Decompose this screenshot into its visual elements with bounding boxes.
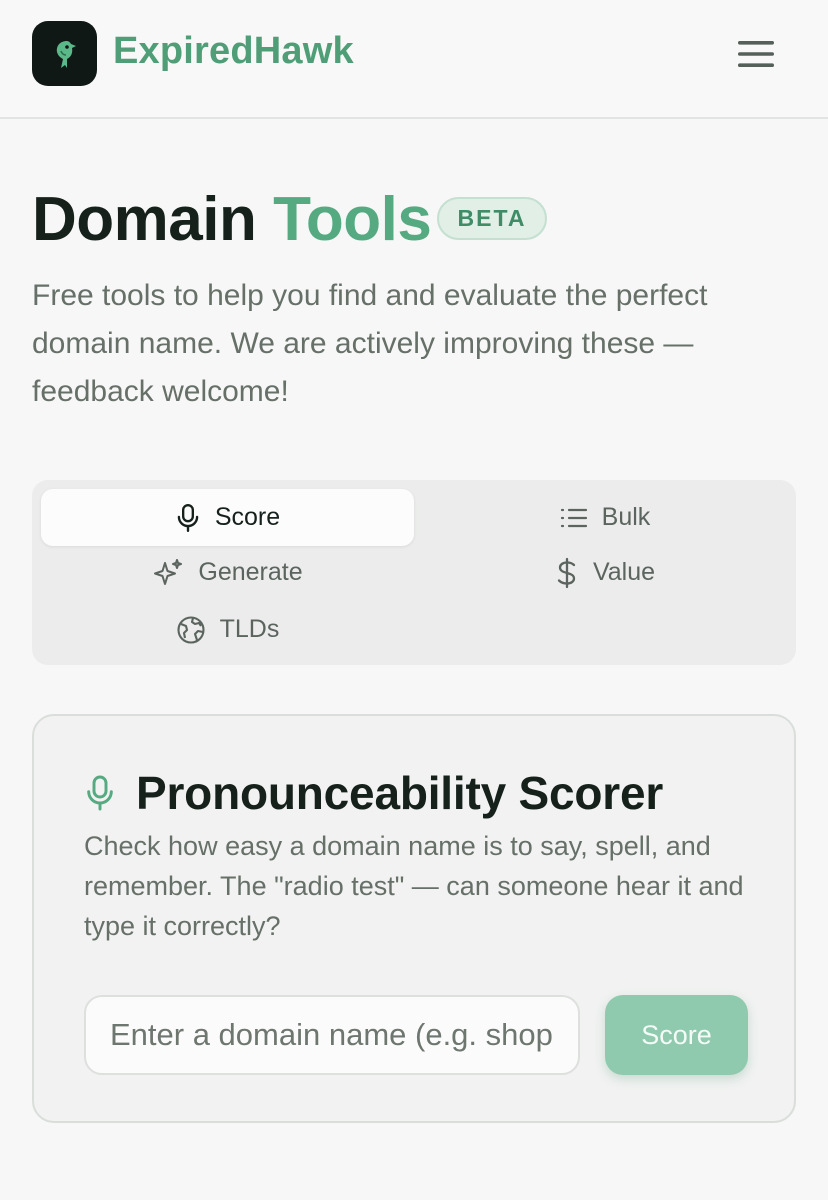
tool-tabs: Score Bulk Generate Value TLDs [32, 480, 796, 665]
tab-bulk-label: Bulk [601, 503, 651, 531]
microphone-icon [87, 775, 113, 811]
beta-badge: BETA [437, 197, 547, 240]
card-description: Check how easy a domain name is to say, … [84, 831, 744, 941]
tab-value[interactable]: Value [423, 544, 787, 601]
dollar-icon [557, 557, 576, 588]
top-header: ExpiredHawk [0, 0, 828, 119]
sparkles-icon [154, 558, 183, 585]
tab-generate[interactable]: Generate [41, 544, 414, 601]
page-subtitle: Free tools to help you find and evaluate… [32, 279, 708, 408]
score-button[interactable]: Score [605, 995, 748, 1075]
tab-value-label: Value [592, 558, 656, 586]
tab-bulk[interactable]: Bulk [423, 489, 787, 546]
tab-generate-label: Generate [198, 558, 303, 586]
list-icon [560, 508, 587, 527]
page-title-part2: Tools [273, 185, 432, 254]
globe-icon [177, 615, 205, 644]
microphone-icon [177, 503, 199, 532]
tab-score-label: Score [214, 503, 281, 531]
tab-score[interactable]: Score [41, 489, 414, 546]
tab-tlds[interactable]: TLDs [41, 601, 414, 658]
tab-tlds-label: TLDs [219, 615, 280, 643]
page-title-part1: Domain [32, 185, 257, 254]
page-title: Domain Tools [32, 184, 432, 255]
hawk-logo-icon[interactable] [32, 21, 97, 86]
brand-name[interactable]: ExpiredHawk [113, 30, 354, 73]
pronounceability-card: Pronounceability Scorer Check how easy a… [32, 714, 796, 1123]
domain-input[interactable] [84, 995, 580, 1075]
hamburger-menu-icon[interactable] [728, 30, 784, 78]
card-title: Pronounceability Scorer [136, 767, 664, 819]
card-header: Pronounceability Scorer [84, 766, 663, 820]
